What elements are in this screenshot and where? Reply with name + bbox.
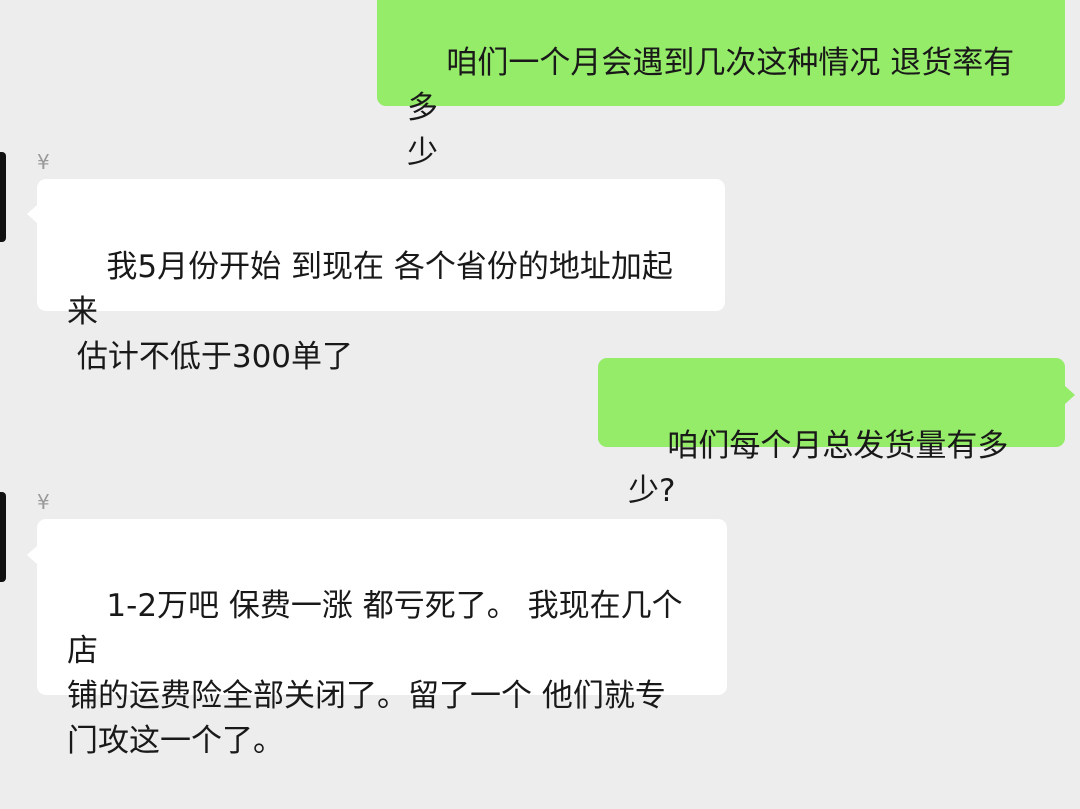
bubble-tail: [1065, 386, 1075, 404]
incoming-message-bubble[interactable]: 我5月份开始 到现在 各个省份的地址加起来 估计不低于300单了: [37, 179, 725, 375]
sender-name: ¥: [37, 150, 50, 174]
outgoing-message-bubble[interactable]: 咱们每个月总发货量有多少?: [598, 358, 1065, 509]
avatar[interactable]: [0, 152, 6, 242]
message-text: 咱们每个月总发货量有多少?: [628, 428, 1009, 509]
chat-message-list[interactable]: 咱们一个月会遇到几次这种情况 退货率有多 少 ¥ 我5月份开始 到现在 各个省份…: [0, 0, 1080, 759]
sender-name: ¥: [37, 490, 50, 514]
message-text: 咱们一个月会遇到几次这种情况 退货率有多 少: [407, 45, 1015, 171]
message-text: 我5月份开始 到现在 各个省份的地址加起来 估计不低于300单了: [67, 249, 673, 375]
outgoing-message-bubble[interactable]: 咱们一个月会遇到几次这种情况 退货率有多 少: [377, 0, 1065, 171]
bubble-tail: [27, 205, 37, 223]
message-text: 1-2万吧 保费一涨 都亏死了。 我现在几个店 铺的运费险全部关闭了。留了一个 …: [67, 588, 683, 759]
incoming-message-bubble[interactable]: 1-2万吧 保费一涨 都亏死了。 我现在几个店 铺的运费险全部关闭了。留了一个 …: [37, 519, 727, 759]
avatar[interactable]: [0, 492, 6, 582]
bubble-tail: [27, 546, 37, 564]
